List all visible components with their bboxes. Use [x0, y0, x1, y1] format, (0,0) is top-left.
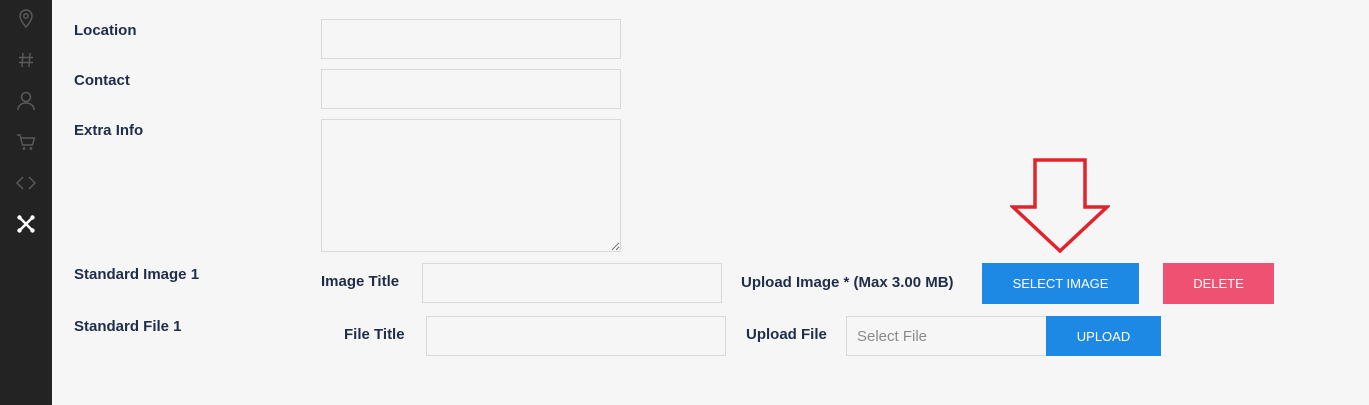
file-title-input[interactable] — [426, 316, 726, 356]
standard-image-label: Standard Image 1 — [74, 266, 200, 283]
contact-label: Contact — [74, 72, 130, 89]
standard-file-label: Standard File 1 — [74, 318, 182, 335]
image-title-input[interactable] — [422, 263, 722, 303]
user-icon[interactable] — [13, 88, 39, 114]
upload-image-label: Upload Image * (Max 3.00 MB) — [741, 274, 954, 291]
down-arrow-annotation-icon — [1010, 158, 1110, 254]
image-title-label: Image Title — [321, 273, 400, 290]
location-input[interactable] — [321, 19, 621, 59]
code-icon[interactable] — [13, 170, 39, 196]
hash-icon[interactable] — [13, 47, 39, 73]
upload-file-label: Upload File — [746, 326, 827, 343]
extra-info-label: Extra Info — [74, 122, 144, 139]
location-label: Location — [74, 22, 137, 39]
delete-button[interactable]: DELETE — [1163, 263, 1274, 304]
joomla-icon[interactable] — [13, 211, 39, 237]
upload-button[interactable]: UPLOAD — [1046, 316, 1161, 356]
cart-icon[interactable] — [13, 129, 39, 155]
contact-input[interactable] — [321, 69, 621, 109]
select-file-input[interactable] — [846, 316, 1047, 356]
file-title-label: File Title — [344, 326, 405, 343]
sidebar — [0, 0, 52, 405]
select-image-button[interactable]: SELECT IMAGE — [982, 263, 1139, 304]
extra-info-textarea[interactable] — [321, 119, 621, 252]
location-pin-icon[interactable] — [13, 6, 39, 32]
